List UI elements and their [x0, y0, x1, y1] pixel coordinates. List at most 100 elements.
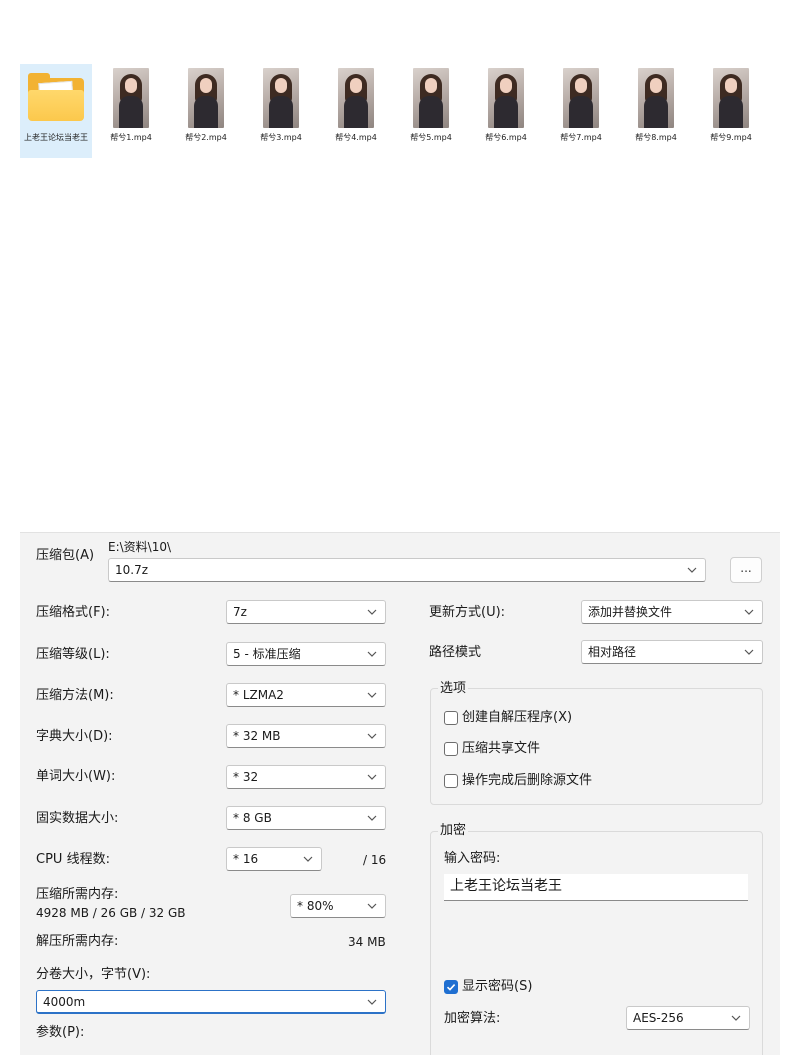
encryption-title: 加密 [438, 823, 469, 839]
chevron-down-icon [731, 1015, 741, 1021]
video-thumbnail-icon [488, 68, 524, 128]
threads-max: / 16 [363, 853, 387, 867]
file-name: 帮兮8.mp4 [635, 133, 677, 142]
mem-percent-value: * 80% [297, 899, 334, 913]
pathmode-value: 相对路径 [588, 645, 637, 659]
checkbox-icon [444, 742, 458, 756]
format-label: 压缩格式(F): [36, 605, 111, 620]
mem-compress-detail: 4928 MB / 26 GB / 32 GB [36, 906, 186, 920]
show-password-label: 显示密码(S) [462, 979, 533, 994]
file-name: 帮兮6.mp4 [485, 133, 527, 142]
mem-decompress-value: 34 MB [348, 935, 386, 949]
checkbox-icon [444, 774, 458, 788]
chevron-down-icon [367, 733, 377, 739]
file-list: 上老王论坛当老王 帮兮1.mp4 帮兮2.mp4 帮兮3.mp4 帮兮4.mp4… [20, 64, 780, 160]
add-to-archive-dialog: 压缩包(A) E:\资料\10\ 10.7z ... 压缩格式(F): 压缩等级… [20, 532, 780, 1055]
video-file-item[interactable]: 帮兮9.mp4 [695, 64, 767, 158]
video-thumbnail-icon [413, 68, 449, 128]
chevron-down-icon [367, 774, 377, 780]
algorithm-value: AES-256 [633, 1011, 684, 1025]
password-input[interactable]: 上老王论坛当老王 [444, 874, 748, 901]
chevron-down-icon [367, 651, 377, 657]
video-thumbnail-icon [338, 68, 374, 128]
video-file-item[interactable]: 帮兮7.mp4 [545, 64, 617, 158]
delete-source-label: 操作完成后删除源文件 [462, 773, 593, 788]
level-select[interactable]: 5 - 标准压缩 [226, 642, 386, 666]
method-label: 压缩方法(M): [36, 688, 114, 703]
file-name: 帮兮9.mp4 [710, 133, 752, 142]
video-file-item[interactable]: 帮兮3.mp4 [245, 64, 317, 158]
solid-value: * 8 GB [233, 811, 272, 825]
delete-source-checkbox[interactable]: 操作完成后删除源文件 [444, 773, 744, 791]
archive-filename-combo[interactable]: 10.7z [108, 558, 706, 582]
password-value: 上老王论坛当老王 [450, 878, 562, 894]
chevron-down-icon [303, 856, 313, 862]
sfx-label: 创建自解压程序(X) [462, 710, 573, 725]
browse-button[interactable]: ... [730, 557, 762, 583]
solid-label: 固实数据大小: [36, 811, 119, 826]
video-file-item[interactable]: 帮兮5.mp4 [395, 64, 467, 158]
format-select[interactable]: 7z [226, 600, 386, 624]
chevron-down-icon [367, 903, 377, 909]
video-file-item[interactable]: 帮兮8.mp4 [620, 64, 692, 158]
chevron-down-icon [744, 609, 754, 615]
video-thumbnail-icon [638, 68, 674, 128]
level-value: 5 - 标准压缩 [233, 647, 301, 661]
shared-files-label: 压缩共享文件 [462, 741, 541, 756]
shared-files-checkbox[interactable]: 压缩共享文件 [444, 741, 744, 759]
folder-item[interactable]: 上老王论坛当老王 [20, 64, 92, 158]
algorithm-select[interactable]: AES-256 [626, 1006, 750, 1030]
method-select[interactable]: * LZMA2 [226, 683, 386, 707]
word-select[interactable]: * 32 [226, 765, 386, 789]
params-label: 参数(P): [36, 1025, 85, 1040]
archive-filename-value: 10.7z [115, 563, 149, 577]
update-value: 添加并替换文件 [588, 605, 673, 619]
word-label: 单词大小(W): [36, 769, 116, 784]
level-label: 压缩等级(L): [36, 647, 110, 662]
options-title: 选项 [438, 681, 469, 697]
chevron-down-icon [367, 999, 377, 1005]
video-file-item[interactable]: 帮兮4.mp4 [320, 64, 392, 158]
volume-label: 分卷大小，字节(V): [36, 967, 151, 982]
mem-compress-label: 压缩所需内存: [36, 887, 119, 902]
pathmode-select[interactable]: 相对路径 [581, 640, 763, 664]
word-value: * 32 [233, 770, 259, 784]
video-file-item[interactable]: 帮兮6.mp4 [470, 64, 542, 158]
mem-percent-select[interactable]: * 80% [290, 894, 386, 918]
video-thumbnail-icon [563, 68, 599, 128]
file-name: 帮兮1.mp4 [110, 133, 152, 142]
checkbox-icon [444, 711, 458, 725]
dict-select[interactable]: * 32 MB [226, 724, 386, 748]
video-file-item[interactable]: 帮兮2.mp4 [170, 64, 242, 158]
show-password-checkbox[interactable]: 显示密码(S) [444, 979, 644, 997]
update-select[interactable]: 添加并替换文件 [581, 600, 763, 624]
file-name: 帮兮5.mp4 [410, 133, 452, 142]
file-name: 帮兮3.mp4 [260, 133, 302, 142]
update-label: 更新方式(U): [429, 605, 506, 620]
file-name: 帮兮7.mp4 [560, 133, 602, 142]
video-thumbnail-icon [713, 68, 749, 128]
video-thumbnail-icon [113, 68, 149, 128]
checkmark-icon [444, 980, 458, 994]
chevron-down-icon [367, 609, 377, 615]
folder-icon [28, 73, 84, 121]
volume-size-combo[interactable]: 4000m [36, 990, 386, 1014]
file-name: 上老王论坛当老王 [24, 133, 88, 142]
pathmode-label: 路径模式 [429, 645, 482, 660]
archive-path: E:\资料\10\ [108, 540, 172, 554]
sfx-checkbox[interactable]: 创建自解压程序(X) [444, 710, 744, 728]
chevron-down-icon [367, 692, 377, 698]
threads-value: * 16 [233, 852, 259, 866]
solid-select[interactable]: * 8 GB [226, 806, 386, 830]
file-name: 帮兮2.mp4 [185, 133, 227, 142]
format-value: 7z [233, 605, 247, 619]
chevron-down-icon [744, 649, 754, 655]
threads-select[interactable]: * 16 [226, 847, 322, 871]
dict-label: 字典大小(D): [36, 729, 113, 744]
threads-label: CPU 线程数: [36, 852, 110, 867]
chevron-down-icon [687, 567, 697, 573]
method-value: * LZMA2 [233, 688, 284, 702]
video-file-item[interactable]: 帮兮1.mp4 [95, 64, 167, 158]
video-thumbnail-icon [188, 68, 224, 128]
video-thumbnail-icon [263, 68, 299, 128]
